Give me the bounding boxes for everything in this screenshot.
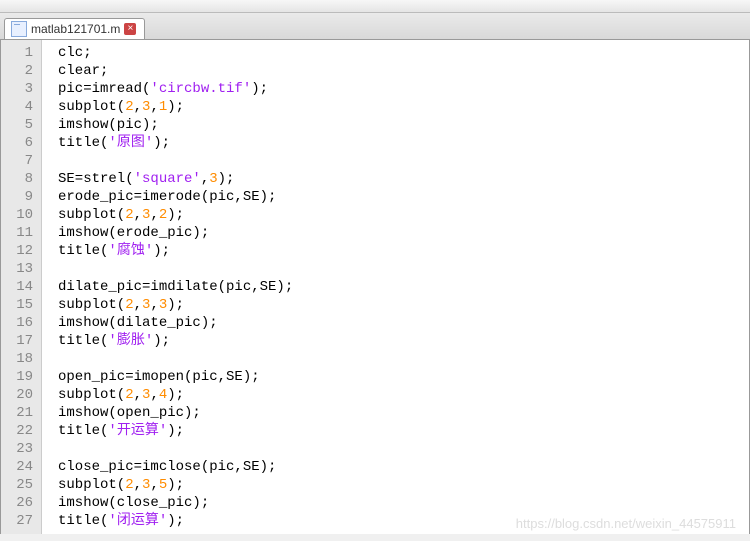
line-number: 24: [5, 458, 33, 476]
code-line[interactable]: title('开运算');: [58, 422, 749, 440]
line-number: 18: [5, 350, 33, 368]
number-literal: 3: [142, 207, 150, 223]
code-line[interactable]: title('膨胀');: [58, 332, 749, 350]
number-literal: 3: [159, 297, 167, 313]
string-literal: '闭运算': [108, 513, 167, 529]
line-number: 23: [5, 440, 33, 458]
number-literal: 4: [159, 387, 167, 403]
tab-filename: matlab121701.m: [31, 22, 120, 36]
line-number: 9: [5, 188, 33, 206]
code-line[interactable]: pic=imread('circbw.tif');: [58, 80, 749, 98]
code-line[interactable]: imshow(pic);: [58, 116, 749, 134]
code-line[interactable]: title('原图');: [58, 134, 749, 152]
code-line[interactable]: dilate_pic=imdilate(pic,SE);: [58, 278, 749, 296]
line-number: 19: [5, 368, 33, 386]
string-literal: 'circbw.tif': [150, 81, 251, 97]
line-number: 13: [5, 260, 33, 278]
number-literal: 1: [159, 99, 167, 115]
line-number: 22: [5, 422, 33, 440]
line-number: 20: [5, 386, 33, 404]
line-number: 27: [5, 512, 33, 530]
line-number: 8: [5, 170, 33, 188]
number-literal: 3: [142, 297, 150, 313]
string-literal: '开运算': [108, 423, 167, 439]
number-literal: 2: [125, 387, 133, 403]
code-line[interactable]: [58, 260, 749, 278]
code-area[interactable]: clc;clear;pic=imread('circbw.tif');subpl…: [42, 40, 749, 534]
line-number: 12: [5, 242, 33, 260]
code-line[interactable]: subplot(2,3,1);: [58, 98, 749, 116]
code-line[interactable]: imshow(close_pic);: [58, 494, 749, 512]
code-editor[interactable]: 1234567891011121314151617181920212223242…: [0, 40, 750, 534]
file-icon: [11, 21, 27, 37]
number-literal: 2: [125, 99, 133, 115]
string-literal: '膨胀': [108, 333, 153, 349]
line-number: 2: [5, 62, 33, 80]
close-icon[interactable]: ×: [124, 23, 136, 35]
code-line[interactable]: title('腐蚀');: [58, 242, 749, 260]
code-line[interactable]: SE=strel('square',3);: [58, 170, 749, 188]
code-line[interactable]: clear;: [58, 62, 749, 80]
line-number: 14: [5, 278, 33, 296]
number-literal: 3: [142, 99, 150, 115]
number-literal: 2: [125, 477, 133, 493]
line-number: 4: [5, 98, 33, 116]
code-line[interactable]: imshow(erode_pic);: [58, 224, 749, 242]
code-line[interactable]: open_pic=imopen(pic,SE);: [58, 368, 749, 386]
line-number: 15: [5, 296, 33, 314]
number-literal: 2: [159, 207, 167, 223]
code-line[interactable]: subplot(2,3,4);: [58, 386, 749, 404]
code-line[interactable]: erode_pic=imerode(pic,SE);: [58, 188, 749, 206]
line-number: 26: [5, 494, 33, 512]
number-literal: 3: [209, 171, 217, 187]
line-number: 3: [5, 80, 33, 98]
code-line[interactable]: [58, 350, 749, 368]
line-number: 25: [5, 476, 33, 494]
line-number: 7: [5, 152, 33, 170]
code-line[interactable]: [58, 152, 749, 170]
number-literal: 2: [125, 297, 133, 313]
code-line[interactable]: [58, 440, 749, 458]
line-number: 1: [5, 44, 33, 62]
line-number: 17: [5, 332, 33, 350]
code-line[interactable]: subplot(2,3,5);: [58, 476, 749, 494]
watermark: https://blog.csdn.net/weixin_44575911: [516, 516, 736, 531]
line-number: 11: [5, 224, 33, 242]
toolbar: [0, 0, 750, 13]
number-literal: 5: [159, 477, 167, 493]
file-tab[interactable]: matlab121701.m ×: [4, 18, 145, 39]
string-literal: 'square': [134, 171, 201, 187]
code-line[interactable]: imshow(dilate_pic);: [58, 314, 749, 332]
line-number-gutter: 1234567891011121314151617181920212223242…: [1, 40, 42, 534]
code-line[interactable]: subplot(2,3,3);: [58, 296, 749, 314]
tab-bar: matlab121701.m ×: [0, 13, 750, 40]
line-number: 10: [5, 206, 33, 224]
number-literal: 3: [142, 477, 150, 493]
number-literal: 2: [125, 207, 133, 223]
string-literal: '原图': [108, 135, 153, 151]
code-line[interactable]: clc;: [58, 44, 749, 62]
code-line[interactable]: imshow(open_pic);: [58, 404, 749, 422]
code-line[interactable]: close_pic=imclose(pic,SE);: [58, 458, 749, 476]
code-line[interactable]: subplot(2,3,2);: [58, 206, 749, 224]
line-number: 6: [5, 134, 33, 152]
line-number: 16: [5, 314, 33, 332]
line-number: 5: [5, 116, 33, 134]
string-literal: '腐蚀': [108, 243, 153, 259]
number-literal: 3: [142, 387, 150, 403]
line-number: 21: [5, 404, 33, 422]
